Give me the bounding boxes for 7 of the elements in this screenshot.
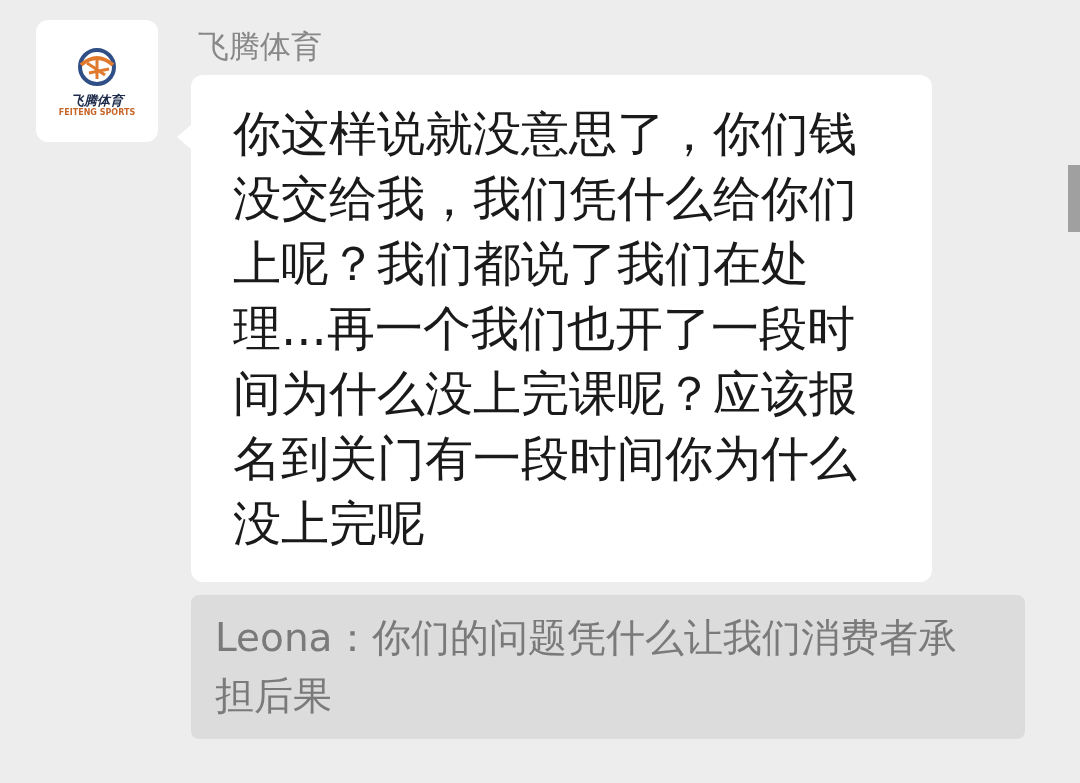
scrollbar[interactable] — [1068, 165, 1080, 232]
logo-subtext: FEITENG SPORTS — [58, 107, 136, 118]
logo-text: 飞腾体育 — [71, 92, 123, 108]
quoted-message: Leona：你们的问题凭什么让我们消费者承担后果 — [191, 595, 1025, 739]
message-text: 你这样说就没意思了，你们钱没交给我，我们凭什么给你们上呢？我们都说了我们在处理...再一个我们也开了一段时间为什么没上完课呢？应该报名到关门有一段时间你为什么没上完呢 — [233, 105, 857, 551]
sender-name: 飞腾体育 — [198, 27, 322, 65]
avatar[interactable]: 飞腾体育 FEITENG SPORTS — [36, 20, 158, 142]
